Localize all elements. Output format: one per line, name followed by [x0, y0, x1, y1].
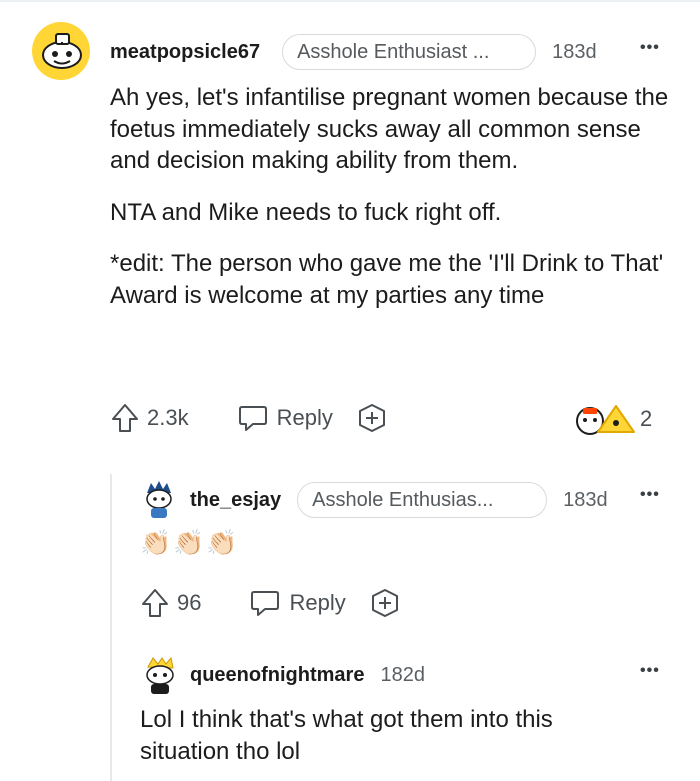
reply-button[interactable]: Reply	[237, 403, 333, 433]
upvote-button[interactable]: 96	[140, 587, 201, 619]
comment-age: 183d	[552, 40, 597, 63]
user-flair: Asshole Enthusiast ...	[282, 34, 537, 70]
award-icon	[576, 405, 635, 435]
reply-button[interactable]: Reply	[249, 588, 346, 618]
comment-age: 182d	[380, 663, 425, 686]
add-award-button[interactable]	[370, 588, 400, 618]
awards[interactable]: 2	[574, 402, 652, 436]
avatar-icon	[146, 481, 172, 518]
more-icon[interactable]: •••	[640, 662, 660, 680]
avatar[interactable]	[141, 479, 177, 519]
vote-count: 96	[177, 590, 202, 615]
top-divider	[0, 0, 700, 2]
avatar-icon	[146, 656, 174, 694]
award-count: 2	[640, 406, 653, 431]
avatar[interactable]	[140, 655, 180, 695]
username[interactable]: meatpopsicle67	[110, 41, 260, 64]
reply-bubble-icon	[238, 406, 267, 431]
comment-emoji: 👏🏻👏🏻👏🏻	[140, 529, 240, 557]
add-award-button[interactable]	[357, 403, 387, 433]
comment-paragraph: Ah yes, let's infantilise pregnant women…	[110, 84, 669, 174]
avatar-icon	[42, 33, 82, 69]
more-icon[interactable]: •••	[640, 486, 660, 504]
user-flair: Asshole Enthusias...	[297, 482, 548, 518]
more-icon[interactable]: •••	[640, 39, 660, 57]
add-award-icon	[358, 404, 385, 432]
comment-age: 183d	[563, 488, 608, 511]
comment-body: Lol I think that's what got them into th…	[140, 706, 553, 765]
upvote-button[interactable]: 2.3k	[110, 402, 189, 434]
vote-count: 2.3k	[147, 405, 189, 430]
reply-label: Reply	[276, 405, 333, 430]
thread-line[interactable]	[110, 474, 112, 781]
comment-body: Ah yes, let's infantilise pregnant women…	[110, 82, 680, 311]
username[interactable]: the_esjay	[190, 489, 281, 512]
username[interactable]: queenofnightmare	[190, 664, 364, 687]
add-award-icon	[371, 589, 398, 617]
reply-bubble-icon	[251, 591, 280, 616]
upvote-icon	[112, 404, 138, 432]
comment-paragraph: NTA and Mike needs to fuck right off.	[110, 198, 502, 226]
reply-label: Reply	[289, 590, 346, 615]
avatar[interactable]	[32, 22, 90, 80]
comment-paragraph: *edit: The person who gave me the 'I'll …	[110, 250, 664, 309]
upvote-icon	[142, 589, 168, 617]
